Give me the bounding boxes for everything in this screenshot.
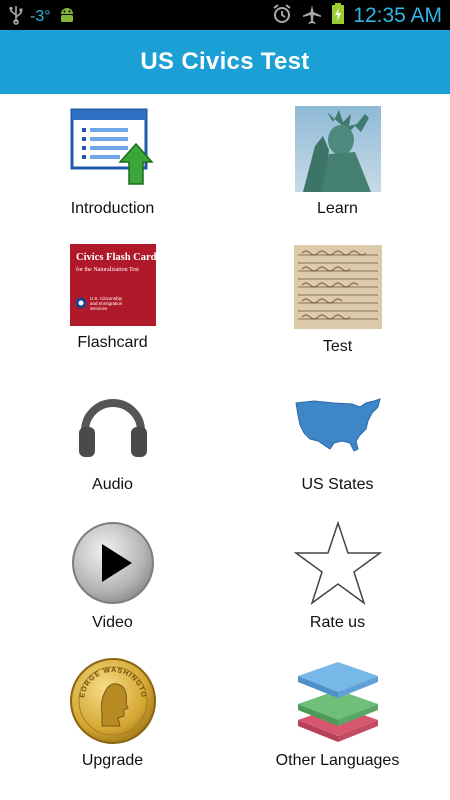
headphones-icon xyxy=(68,380,158,470)
android-icon xyxy=(57,5,77,29)
menu-item-rate-us[interactable]: Rate us xyxy=(225,514,450,652)
app-title: US Civics Test xyxy=(140,48,310,75)
star-icon xyxy=(293,518,383,608)
flash-cards-icon: Civics Flash Cards for the Naturalizatio… xyxy=(68,242,158,328)
menu-item-us-states[interactable]: US States xyxy=(225,376,450,514)
menu-item-flashcard[interactable]: Civics Flash Cards for the Naturalizatio… xyxy=(0,238,225,376)
menu-item-other-languages[interactable]: Other Languages xyxy=(225,652,450,790)
menu-label: Other Languages xyxy=(275,752,400,769)
menu-item-upgrade[interactable]: GEORGE WASHINGTON Upgrade xyxy=(0,652,225,790)
statue-of-liberty-icon xyxy=(293,104,383,194)
main-menu-grid: Introduction Learn Civics Flash Cards fo… xyxy=(0,94,450,790)
usb-icon xyxy=(8,5,24,29)
menu-item-learn[interactable]: Learn xyxy=(225,100,450,238)
menu-label: Learn xyxy=(317,200,358,217)
old-document-icon xyxy=(293,242,383,332)
alarm-icon xyxy=(271,3,293,29)
menu-label: US States xyxy=(301,476,374,493)
menu-label: Upgrade xyxy=(81,752,144,769)
document-upload-icon xyxy=(68,104,158,194)
status-bar: -3° 12:35 AM xyxy=(0,0,450,30)
menu-item-test[interactable]: Test xyxy=(225,238,450,376)
menu-label: Introduction xyxy=(70,200,155,217)
menu-item-introduction[interactable]: Introduction xyxy=(0,100,225,238)
flashcard-title: Civics Flash Cards xyxy=(76,252,156,263)
flashcard-subtitle: for the Naturalization Test xyxy=(76,266,139,273)
us-map-icon xyxy=(293,380,383,470)
status-clock: 12:35 AM xyxy=(353,4,442,27)
app-bar: US Civics Test xyxy=(0,30,450,94)
temperature-text: -3° xyxy=(30,8,51,25)
airplane-icon xyxy=(301,3,323,29)
menu-item-audio[interactable]: Audio xyxy=(0,376,225,514)
battery-charging-icon xyxy=(331,3,345,29)
menu-item-video[interactable]: Video xyxy=(0,514,225,652)
menu-label: Test xyxy=(322,338,353,355)
menu-label: Rate us xyxy=(309,614,366,631)
menu-label: Audio xyxy=(92,476,133,493)
svg-text:Services: Services xyxy=(90,306,108,311)
play-icon xyxy=(68,518,158,608)
layers-icon xyxy=(293,656,383,746)
menu-label: Flashcard xyxy=(77,334,148,351)
gold-coin-icon: GEORGE WASHINGTON xyxy=(68,656,158,746)
menu-label: Video xyxy=(92,614,133,631)
